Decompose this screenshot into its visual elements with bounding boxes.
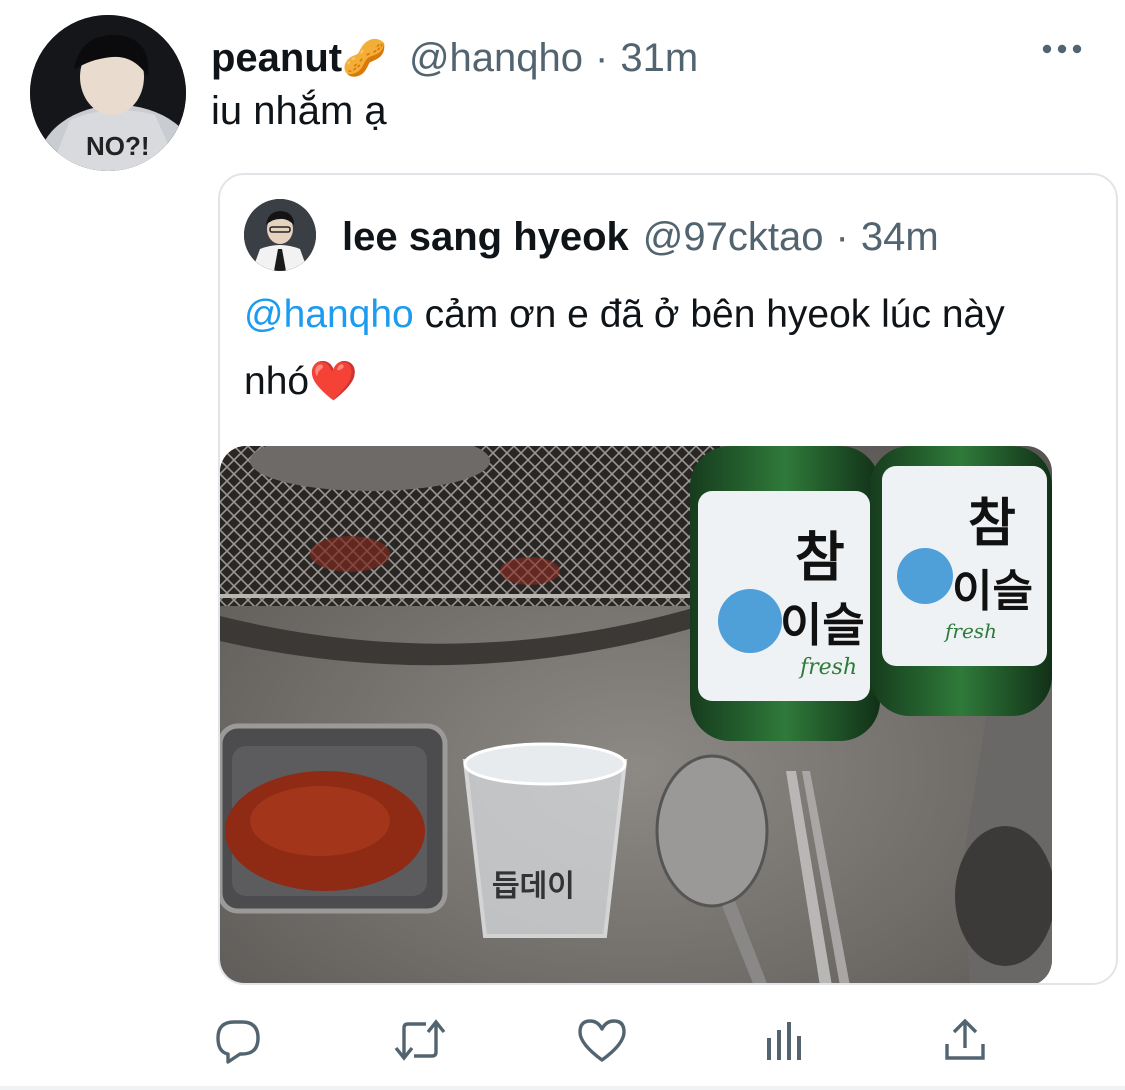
- bbq-table-photo: 듭데이 참 이슬 fresh 참 이슬 fresh: [220, 446, 1052, 983]
- like-icon: [578, 1019, 626, 1062]
- tweet-header: peanut 🥜 @hanqho · 31m: [211, 30, 698, 86]
- svg-text:참: 참: [795, 526, 845, 589]
- reply-button[interactable]: [208, 1010, 268, 1070]
- mention-link[interactable]: @hanqho: [244, 293, 414, 336]
- tweet-text: iu nhắm ạ: [211, 89, 387, 133]
- more-options-button[interactable]: [1040, 34, 1084, 64]
- quoted-tweet-card[interactable]: lee sang hyeok @97cktao · 34m @hanqho cả…: [218, 173, 1118, 985]
- quoted-tweet-text: @hanqho cảm ơn e đã ở bên hyeok lúc này …: [244, 281, 1044, 415]
- quoted-tweet-header: lee sang hyeok @97cktao · 34m: [342, 209, 939, 265]
- retweet-button[interactable]: [390, 1010, 450, 1070]
- svg-text:이슬: 이슬: [952, 566, 1033, 617]
- retweet-icon: [394, 1019, 446, 1061]
- author-handle[interactable]: @hanqho: [409, 36, 583, 81]
- svg-text:이슬: 이슬: [780, 598, 865, 652]
- share-icon: [945, 1018, 985, 1060]
- separator-dot: ·: [595, 35, 609, 80]
- svg-text:NO?!: NO?!: [86, 131, 150, 161]
- quoted-avatar-image: [244, 199, 316, 271]
- peanut-emoji: 🥜: [342, 37, 387, 78]
- svg-text:fresh: fresh: [943, 619, 997, 643]
- quoted-display-name: lee sang hyeok: [342, 214, 629, 259]
- quoted-tweet-photo[interactable]: 듭데이 참 이슬 fresh 참 이슬 fresh: [220, 446, 1052, 983]
- svg-text:참: 참: [968, 494, 1016, 554]
- tweet-timestamp[interactable]: 31m: [620, 36, 698, 81]
- more-icon: [1042, 44, 1082, 54]
- reply-icon: [216, 1020, 260, 1064]
- author-display-name[interactable]: peanut: [211, 36, 342, 81]
- divider: [0, 1086, 1125, 1090]
- svg-text:fresh: fresh: [798, 655, 857, 680]
- analytics-button[interactable]: [755, 1010, 815, 1070]
- author-avatar[interactable]: NO?!: [30, 15, 186, 171]
- svg-text:듭데이: 듭데이: [492, 869, 575, 904]
- analytics-icon: [767, 1022, 801, 1060]
- author-avatar-image: NO?!: [30, 15, 186, 171]
- quoted-handle: @97cktao: [642, 214, 824, 259]
- share-button[interactable]: [935, 1010, 995, 1070]
- quoted-author-avatar[interactable]: [244, 199, 316, 271]
- like-button[interactable]: [572, 1010, 632, 1070]
- quoted-timestamp: 34m: [860, 214, 939, 259]
- quoted-separator-dot: ·: [835, 214, 849, 259]
- red-heart-emoji: ❤️: [309, 360, 358, 403]
- tweet-action-bar: [0, 1010, 1125, 1070]
